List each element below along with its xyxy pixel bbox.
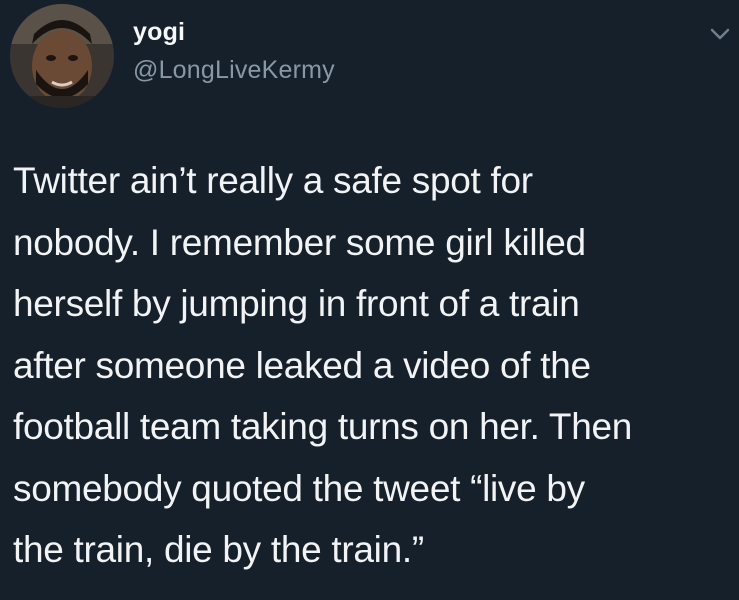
tweet-line: the train, die by the train.”	[13, 529, 424, 570]
tweet-line: after someone leaked a video of the	[13, 344, 591, 386]
tweet-line: herself by jumping in front of a train	[13, 283, 580, 324]
tweet-text: Twitter ain’t really a safe spot for nob…	[13, 150, 735, 581]
chevron-down-icon[interactable]	[709, 26, 731, 42]
author-handle[interactable]: @LongLiveKermy	[133, 56, 335, 85]
avatar[interactable]	[10, 4, 114, 108]
tweet-line: Twitter ain’t really a safe spot for	[13, 160, 533, 201]
author-name[interactable]: yogi	[133, 18, 185, 47]
tweet-line: football team taking turns on her. Then	[13, 406, 633, 447]
tweet-card: yogi @LongLiveKermy Twitter ain’t really…	[0, 0, 739, 600]
tweet-line: somebody quoted the tweet “live by	[13, 467, 585, 509]
profile-photo-icon	[10, 4, 114, 108]
tweet-line: nobody. I remember some girl killed	[13, 221, 586, 263]
